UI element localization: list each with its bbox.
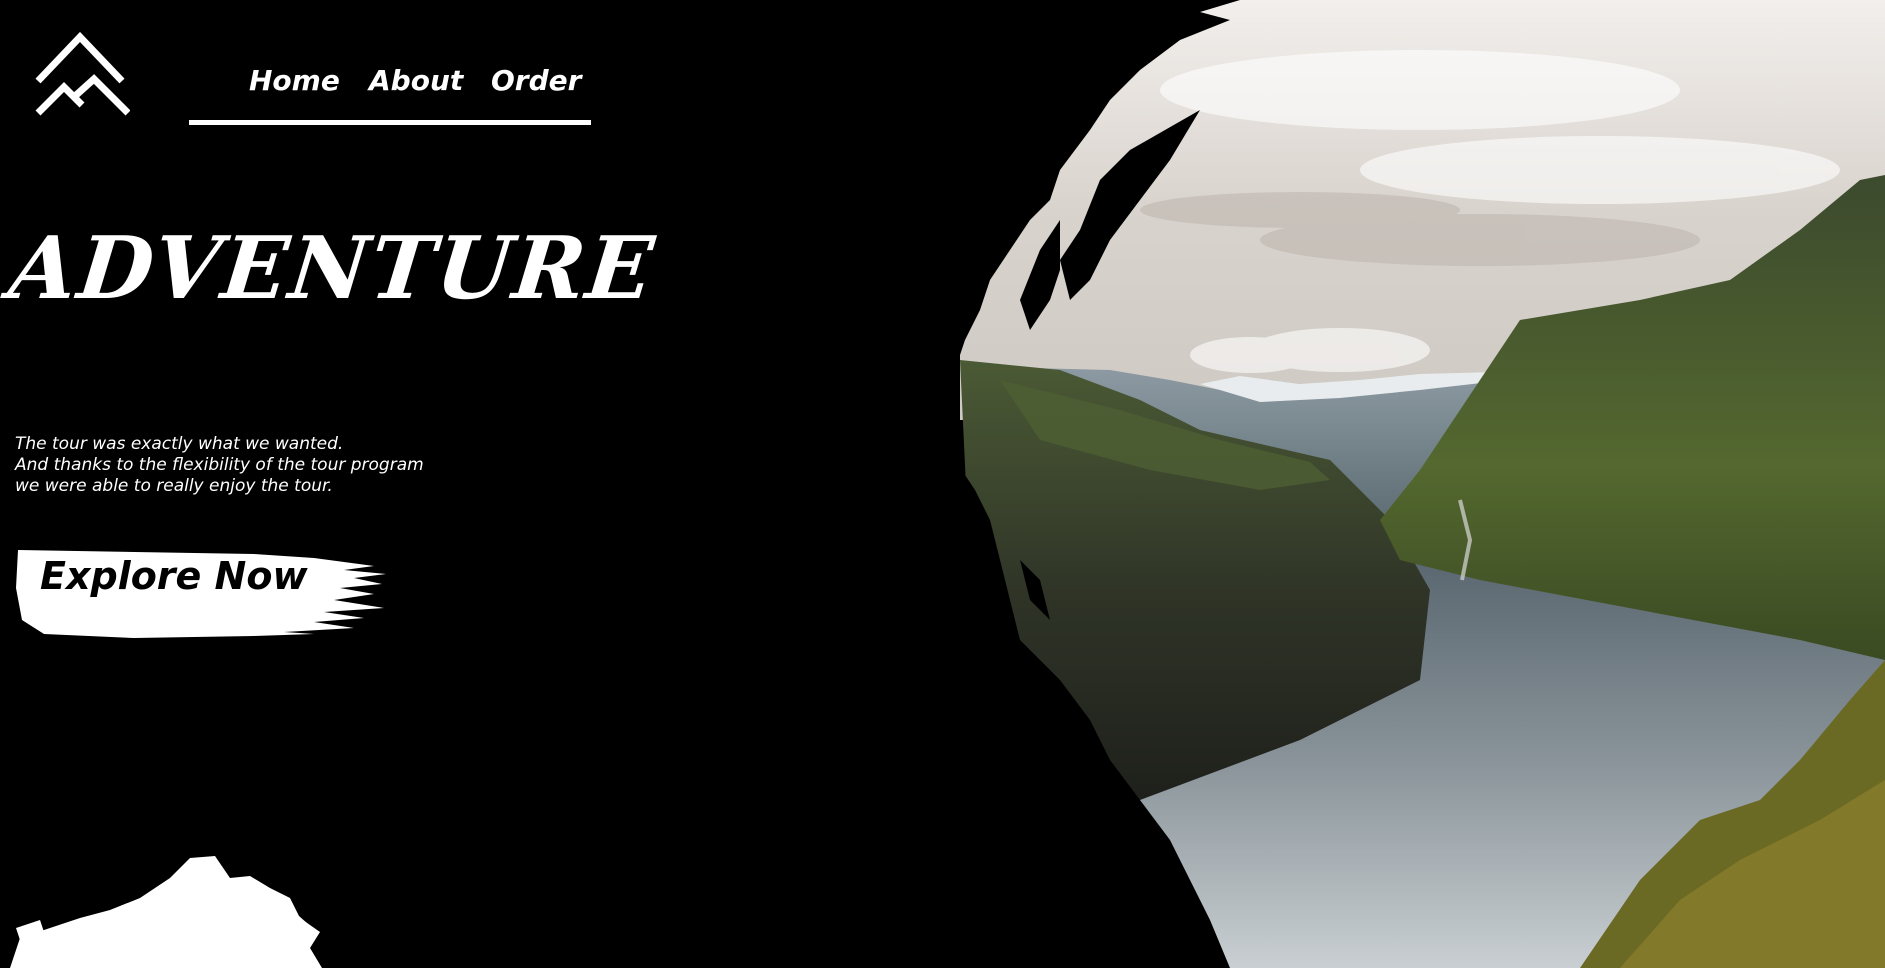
nav-link-home[interactable]: Home	[249, 64, 340, 97]
explore-now-button[interactable]: Explore Now	[14, 548, 392, 644]
hero-title: ADVENTURE	[4, 218, 661, 319]
diamond-chevron-logo-icon[interactable]	[34, 17, 130, 117]
tagline-line-2: And thanks to the flexibility of the tou…	[15, 455, 424, 475]
decorative-splash	[10, 856, 322, 968]
hero-tagline: The tour was exactly what we wanted. And…	[15, 434, 435, 497]
tagline-line-3: we were able to really enjoy the tour.	[15, 476, 333, 496]
explore-now-label: Explore Now	[40, 554, 308, 598]
tagline-line-1: The tour was exactly what we wanted.	[15, 434, 344, 454]
nav-link-about[interactable]: About	[369, 64, 463, 97]
nav-underline	[189, 120, 591, 125]
nav-link-order[interactable]: Order	[491, 64, 581, 97]
main-nav: Home About Order	[189, 60, 591, 125]
